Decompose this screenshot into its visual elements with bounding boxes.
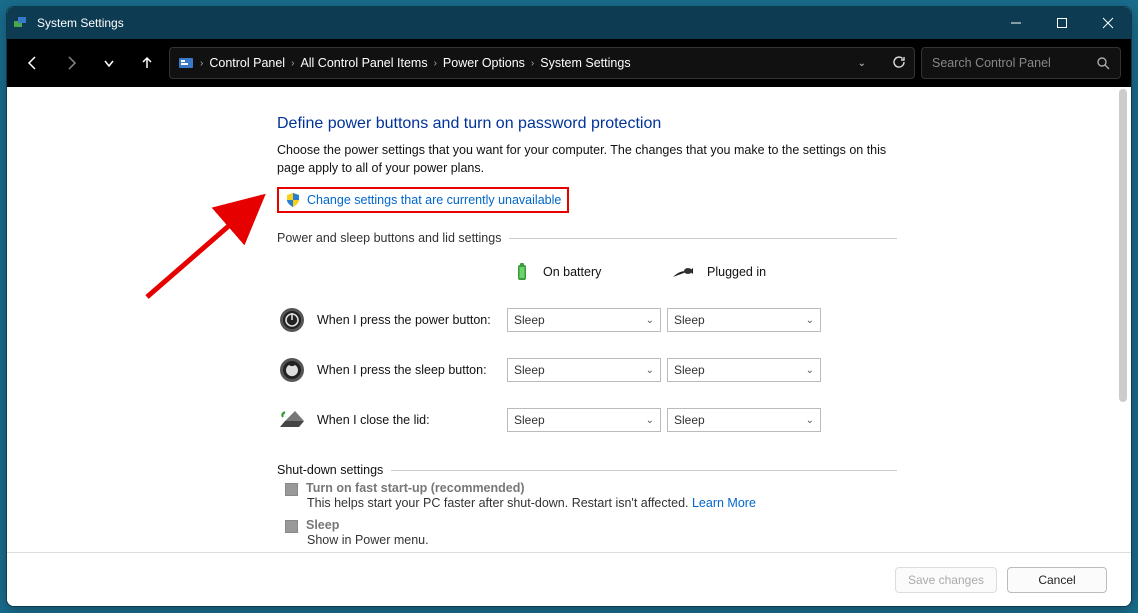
cancel-button[interactable]: Cancel — [1007, 567, 1107, 593]
footer: Save changes Cancel — [7, 552, 1131, 606]
shutdown-section-title: Shut-down settings — [277, 463, 897, 477]
row-close-lid: When I close the lid: — [277, 395, 507, 445]
page-title: Define power buttons and turn on passwor… — [277, 115, 897, 133]
change-settings-link-text[interactable]: Change settings that are currently unava… — [307, 193, 561, 207]
chevron-down-icon[interactable]: ⌄ — [858, 58, 866, 69]
maximize-button[interactable] — [1039, 7, 1085, 39]
up-button[interactable] — [131, 47, 163, 79]
fast-startup-checkbox[interactable]: Turn on fast start-up (recommended) — [277, 477, 897, 496]
sleep-desc: Show in Power menu. — [277, 533, 897, 551]
app-icon — [7, 15, 33, 31]
scroll-thumb[interactable] — [1119, 89, 1127, 402]
power-icon — [277, 305, 307, 335]
content-area: Define power buttons and turn on passwor… — [7, 87, 1131, 552]
sleep-button-battery-dropdown[interactable]: Sleep⌄ — [507, 358, 661, 382]
breadcrumb[interactable]: System Settings — [540, 56, 630, 70]
checkbox-icon — [285, 483, 298, 496]
row-power-button: When I press the power button: — [277, 295, 507, 345]
vertical-scrollbar[interactable] — [1117, 89, 1129, 550]
navbar: › Control Panel › All Control Panel Item… — [7, 39, 1131, 87]
sleep-checkbox[interactable]: Sleep — [277, 514, 897, 533]
battery-icon — [511, 261, 533, 283]
sleep-button-plugged-dropdown[interactable]: Sleep⌄ — [667, 358, 821, 382]
forward-button[interactable] — [55, 47, 87, 79]
refresh-button[interactable] — [892, 55, 906, 72]
breadcrumb[interactable]: All Control Panel Items — [300, 56, 427, 70]
recent-button[interactable] — [93, 47, 125, 79]
search-placeholder: Search Control Panel — [932, 56, 1096, 70]
close-lid-battery-dropdown[interactable]: Sleep⌄ — [507, 408, 661, 432]
column-header-battery: On battery — [507, 255, 667, 295]
plug-icon — [671, 263, 697, 281]
back-button[interactable] — [17, 47, 49, 79]
address-bar[interactable]: › Control Panel › All Control Panel Item… — [169, 47, 915, 79]
learn-more-link[interactable]: Learn More — [692, 496, 756, 510]
save-changes-button[interactable]: Save changes — [895, 567, 997, 593]
window-title: System Settings — [33, 16, 993, 30]
row-sleep-button: When I press the sleep button: — [277, 345, 507, 395]
lid-icon — [277, 405, 307, 435]
fast-startup-desc: This helps start your PC faster after sh… — [277, 496, 897, 514]
shield-icon — [285, 192, 301, 208]
close-lid-plugged-dropdown[interactable]: Sleep⌄ — [667, 408, 821, 432]
page-description: Choose the power settings that you want … — [277, 141, 897, 177]
breadcrumb[interactable]: Power Options — [443, 56, 525, 70]
minimize-button[interactable] — [993, 7, 1039, 39]
control-panel-icon — [178, 55, 194, 71]
search-icon — [1096, 56, 1110, 70]
settings-window: System Settings › Control Panel › All Co… — [6, 6, 1132, 607]
power-section-title: Power and sleep buttons and lid settings — [277, 231, 897, 245]
column-header-plugged: Plugged in — [667, 257, 827, 293]
checkbox-icon — [285, 520, 298, 533]
change-settings-link[interactable]: Change settings that are currently unava… — [277, 187, 569, 213]
power-button-battery-dropdown[interactable]: Sleep⌄ — [507, 308, 661, 332]
search-input[interactable]: Search Control Panel — [921, 47, 1121, 79]
sleep-icon — [277, 355, 307, 385]
breadcrumb[interactable]: Control Panel — [209, 56, 285, 70]
power-button-plugged-dropdown[interactable]: Sleep⌄ — [667, 308, 821, 332]
close-button[interactable] — [1085, 7, 1131, 39]
titlebar: System Settings — [7, 7, 1131, 39]
